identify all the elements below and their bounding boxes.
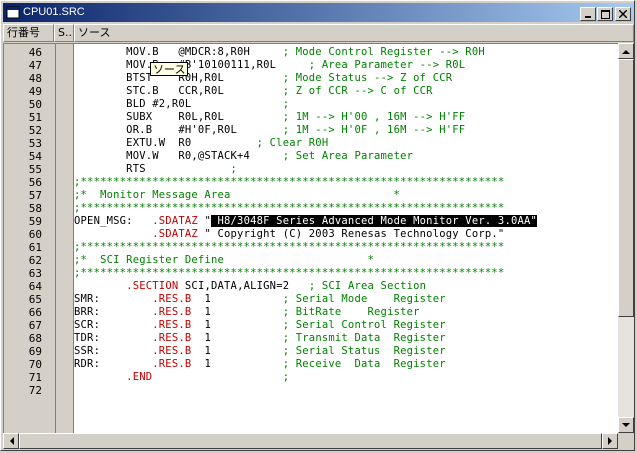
line-code: ;* Monitor Message Area *	[74, 189, 401, 201]
line-code: .END ;	[126, 371, 290, 383]
line-number: 57	[28, 189, 42, 202]
line-number: 65	[28, 293, 42, 306]
line-number: 48	[28, 72, 42, 85]
arrow-down-icon	[622, 422, 630, 427]
vertical-scroll-thumb[interactable]	[618, 59, 634, 317]
scroll-right-button[interactable]	[602, 433, 618, 449]
source-view[interactable]: 46 MOV.B @MDCR:8,R0H ; Mode Control Regi…	[3, 43, 618, 433]
close-icon	[619, 10, 627, 18]
line-code: BRR: .RES.B 1 ; BitRate Register	[74, 306, 420, 318]
line-number: 71	[28, 371, 42, 384]
line-code: OPEN_MSG: .SDATAZ " H8/3048F Series Adva…	[74, 215, 538, 227]
column-header: 行番号 S.. ソース	[3, 24, 634, 42]
arrow-right-icon	[607, 437, 612, 445]
line-code: EXTU.W R0 ; Clear R0H	[74, 137, 329, 149]
header-source[interactable]: ソース	[74, 24, 634, 42]
line-number: 56	[28, 176, 42, 189]
vertical-scrollbar[interactable]	[618, 43, 634, 433]
tooltip: ソース	[150, 62, 189, 76]
maximize-icon	[600, 9, 610, 19]
line-number: 66	[28, 306, 42, 319]
document-icon	[6, 6, 20, 19]
line-code: STC.B CCR,R0L ; Z of CCR --> C of CCR	[74, 85, 433, 97]
line-code: MOV.B #B'10100111,R0L ; Area Parameter -…	[74, 59, 466, 71]
line-number: 46	[28, 46, 42, 59]
line-code: SSR: .RES.B 1 ; Serial Status Register	[74, 345, 446, 357]
header-status[interactable]: S..	[54, 24, 74, 42]
line-number: 50	[28, 98, 42, 111]
horizontal-scrollbar[interactable]	[3, 433, 618, 449]
maximize-button[interactable]	[597, 7, 613, 21]
line-number: 70	[28, 358, 42, 371]
line-code: ;***************************************…	[74, 202, 505, 214]
line-number: 62	[28, 254, 42, 267]
line-number: 64	[28, 280, 42, 293]
scroll-up-button[interactable]	[618, 43, 634, 59]
scroll-down-button[interactable]	[618, 417, 634, 433]
horizontal-scroll-thumb[interactable]	[19, 433, 602, 449]
line-code: .SECTION SCI,DATA,ALIGN=2 ; SCI Area Sec…	[126, 280, 427, 292]
line-number: 58	[28, 202, 42, 215]
close-button[interactable]	[615, 7, 631, 21]
status-gutter[interactable]	[55, 44, 74, 433]
title-bar[interactable]: CPU01.SRC	[3, 3, 634, 22]
scrollbar-corner	[618, 433, 634, 449]
line-number: 72	[28, 384, 42, 397]
line-number: 69	[28, 345, 42, 358]
line-code: MOV.W R0,@STACK+4 ; Set Area Parameter	[74, 150, 414, 162]
line-code: BTST R0H,R0L ; Mode Status --> Z of CCR	[74, 72, 453, 84]
minimize-icon	[585, 15, 591, 18]
header-line-number[interactable]: 行番号	[3, 24, 54, 42]
line-number: 54	[28, 150, 42, 163]
line-number: 63	[28, 267, 42, 280]
line-code: RDR: .RES.B 1 ; Receive Data Register	[74, 358, 446, 370]
arrow-up-icon	[622, 49, 630, 54]
line-code: ;* SCI Register Define *	[74, 254, 374, 266]
line-number: 55	[28, 163, 42, 176]
window-title: CPU01.SRC	[23, 6, 85, 18]
line-number: 47	[28, 59, 42, 72]
editor-window: CPU01.SRC 行番号 S.. ソース 46 MOV.B @MDCR:8,R…	[0, 0, 635, 451]
minimize-button[interactable]	[580, 7, 596, 21]
scroll-left-button[interactable]	[3, 433, 19, 449]
line-code: RTS ;	[74, 163, 238, 175]
line-number: 49	[28, 85, 42, 98]
line-code: ;***************************************…	[74, 241, 505, 253]
line-code: BLD #2,R0L ;	[74, 98, 290, 110]
line-code: SMR: .RES.B 1 ; Serial Mode Register	[74, 293, 446, 305]
line-number: 51	[28, 111, 42, 124]
arrow-left-icon	[9, 437, 14, 445]
line-number: 68	[28, 332, 42, 345]
line-code: OR.B #H'0F,R0L ; 1M --> H'0F , 16M --> H…	[74, 124, 466, 136]
line-code: ;***************************************…	[74, 267, 505, 279]
line-code: ;***************************************…	[74, 176, 505, 188]
line-code: SCR: .RES.B 1 ; Serial Control Register	[74, 319, 446, 331]
line-code: SUBX R0L,R0L ; 1M --> H'00 , 16M --> H'F…	[74, 111, 466, 123]
line-number: 67	[28, 319, 42, 332]
line-number: 53	[28, 137, 42, 150]
line-number: 61	[28, 241, 42, 254]
line-number: 60	[28, 228, 42, 241]
line-number: 52	[28, 124, 42, 137]
line-code: TDR: .RES.B 1 ; Transmit Data Register	[74, 332, 446, 344]
line-code: MOV.B @MDCR:8,R0H ; Mode Control Registe…	[74, 46, 485, 58]
line-code: .SDATAZ " Copyright (C) 2003 Renesas Tec…	[152, 228, 505, 240]
line-number: 59	[28, 215, 42, 228]
